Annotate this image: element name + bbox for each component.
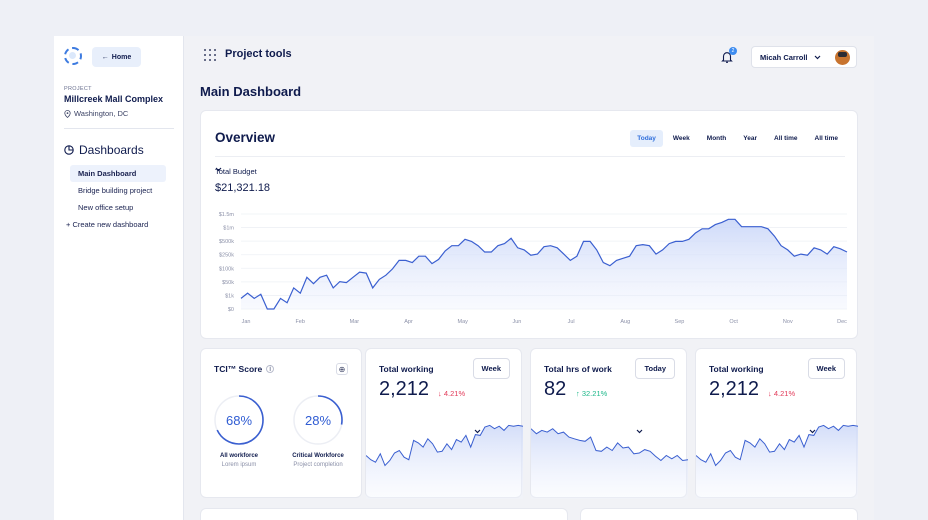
chevron-down-icon — [809, 429, 815, 434]
kpi-card-total-working: Total working 2,212 ↓ 4.21% Week — [365, 348, 523, 499]
chevron-down-icon — [474, 429, 480, 434]
y-tick-label: $1k — [225, 293, 234, 299]
y-tick-label: $250k — [219, 253, 234, 259]
x-tick-label: Aug — [620, 319, 630, 325]
avatar — [835, 50, 850, 65]
y-tick-label: $50k — [222, 280, 234, 286]
x-tick-label: Jun — [512, 319, 521, 325]
project-label: PROJECT — [64, 86, 92, 92]
notification-badge: 2 — [729, 47, 737, 55]
project-location: Washington, DC — [64, 109, 128, 118]
ring-label: Critical Workforce — [292, 453, 344, 459]
home-button[interactable]: ← Home — [92, 47, 141, 67]
kpi-title: Total working — [709, 364, 764, 374]
kpi-sparkline — [696, 424, 858, 499]
period-select[interactable]: Week — [472, 358, 510, 434]
x-tick-label: Mar — [350, 319, 360, 325]
sidebar-item-main-dashboard[interactable]: Main Dashboard — [70, 165, 166, 182]
tci-card: TCI™ Score i ⊕ 68% 28% All workforce Lore… — [200, 348, 362, 498]
area-fill — [531, 428, 688, 499]
page-title: Main Dashboard — [200, 84, 302, 99]
chevron-down-icon — [637, 429, 643, 434]
pie-chart-icon — [64, 145, 74, 155]
area-fill — [366, 425, 523, 499]
x-tick-label: Jul — [568, 319, 575, 325]
app-window: ← Home PROJECT Millcreek Mall Complex Was… — [54, 36, 874, 520]
user-menu[interactable]: Micah Carroll — [751, 46, 857, 68]
y-tick-label: $100k — [219, 266, 234, 272]
x-tick-label: Jan — [242, 319, 251, 325]
create-dashboard-link[interactable]: + Create new dashboard — [66, 220, 148, 229]
period-select[interactable]: Today — [635, 358, 675, 434]
x-tick-label: Feb — [295, 319, 304, 325]
overview-card: $1.5m $1m $500k $250k $100k $50k $1k $0 Jan Feb Ma… — [200, 110, 858, 339]
range-tabs: Today Week Month Year All time All time — [627, 130, 845, 147]
arrow-left-icon: ← — [101, 53, 109, 61]
bottom-card-left — [200, 508, 568, 520]
overview-title: Overview — [215, 130, 276, 145]
ring-label: All workforce — [219, 453, 258, 459]
kpi-value: 2,212 — [709, 378, 760, 400]
tab-today[interactable]: Today — [630, 130, 663, 147]
kpi-sparkline — [531, 428, 688, 499]
x-tick-label: Dec — [837, 319, 847, 325]
sidebar-item-new-office[interactable]: New office setup — [70, 199, 166, 216]
location-pin-icon — [64, 109, 71, 118]
tab-week[interactable]: Week — [666, 130, 697, 147]
divider — [215, 156, 845, 157]
x-tick-label: Nov — [783, 319, 793, 325]
tci-title: TCI™ Score i — [214, 364, 275, 374]
tab-year[interactable]: Year — [736, 130, 764, 147]
metric-select[interactable]: Total Budget — [215, 167, 257, 176]
kpi-title: Total working — [379, 364, 434, 374]
kpi-card-total-hrs: Total hrs of work 82 ↑ 32.21% Today — [530, 348, 688, 499]
y-tick-label: $500k — [219, 239, 234, 245]
sidebar-item-bridge-building[interactable]: Bridge building project — [70, 182, 166, 199]
y-tick-label: $0 — [228, 307, 234, 313]
period-select[interactable]: Week — [807, 358, 845, 434]
x-tick-label: Sep — [675, 319, 685, 325]
kpi-change: ↓ 4.21% — [438, 389, 466, 398]
x-tick-label: May — [458, 319, 469, 325]
tab-month[interactable]: Month — [700, 130, 734, 147]
info-icon[interactable]: i — [266, 365, 275, 373]
bottom-card-right — [580, 508, 858, 520]
tab-all-time[interactable]: All time — [767, 130, 804, 147]
ring-critical-workforce: 28% — [292, 394, 344, 446]
kpi-sparkline — [366, 424, 523, 499]
kpi-change: ↑ 32.21% — [576, 389, 608, 398]
kpi-card-total-working-2: Total working 2,212 ↓ 4.21% Week — [695, 348, 858, 499]
y-tick-label: $1.5m — [219, 212, 235, 218]
ring-all-workforce: 68% — [213, 394, 265, 446]
tab-all-time-2[interactable]: All time — [808, 130, 845, 147]
area-fill — [241, 219, 847, 309]
dashboard-list: Main Dashboard Bridge building project N… — [70, 165, 166, 216]
sidebar: ← Home PROJECT Millcreek Mall Complex Was… — [54, 36, 184, 520]
top-bar: Project tools 2 Micah Carroll — [184, 36, 874, 76]
project-name: Millcreek Mall Complex — [64, 94, 164, 104]
divider — [64, 128, 174, 129]
kpi-value: 2,212 — [379, 378, 430, 400]
app-title: Project tools — [225, 48, 292, 60]
x-tick-label: Oct — [729, 319, 738, 325]
chevron-down-icon — [215, 167, 222, 172]
apps-grid-icon[interactable] — [204, 49, 216, 61]
ring-sublabel: Lorem ipsum — [221, 462, 257, 468]
x-tick-label: Apr — [404, 319, 413, 325]
metric-value: $21,321.18 — [215, 182, 271, 194]
kpi-title: Total hrs of work — [544, 364, 612, 374]
kpi-change: ↓ 4.21% — [768, 389, 796, 398]
dashboards-heading: Dashboards — [64, 143, 144, 157]
chevron-down-icon — [814, 55, 820, 59]
ring-sublabel: Project completion — [293, 462, 343, 468]
y-tick-label: $1m — [223, 226, 234, 232]
area-fill — [696, 425, 858, 499]
add-icon[interactable]: ⊕ — [336, 363, 348, 375]
logo-icon[interactable] — [64, 47, 82, 65]
kpi-value: 82 — [544, 378, 567, 400]
